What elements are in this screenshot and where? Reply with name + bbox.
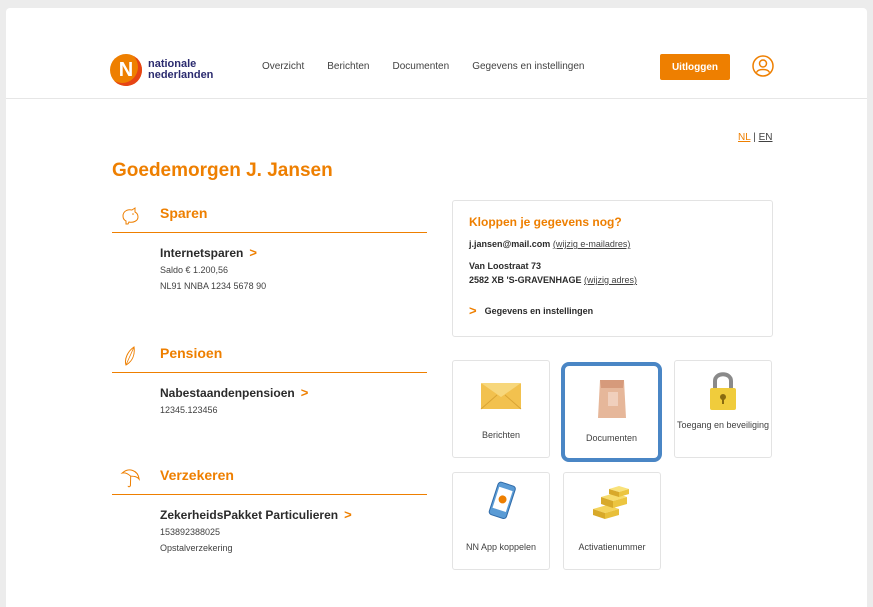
tile-documenten[interactable]: Documenten bbox=[561, 362, 662, 462]
email-value: j.jansen@mail.com bbox=[469, 239, 551, 249]
chevron-right-icon: > bbox=[344, 507, 352, 522]
document-bag-icon bbox=[597, 380, 626, 418]
section-header: Verzekeren bbox=[112, 466, 427, 495]
section-sparen: Sparen Internetsparen > Saldo € 1.200,56… bbox=[112, 204, 427, 292]
page-title: Goedemorgen J. Jansen bbox=[112, 160, 333, 181]
envelope-icon bbox=[480, 383, 522, 410]
user-circle-icon[interactable] bbox=[752, 55, 774, 77]
padlock-icon bbox=[710, 372, 736, 410]
lang-separator: | bbox=[753, 132, 756, 143]
product-zekerheidspakket[interactable]: ZekerheidsPakket Particulieren > 1538923… bbox=[160, 507, 427, 554]
logo-line-2: nederlanden bbox=[148, 69, 214, 81]
section-title: Verzekeren bbox=[160, 467, 234, 483]
change-address-link[interactable]: (wijzig adres) bbox=[584, 275, 637, 285]
details-check-box: Kloppen je gegevens nog? j.jansen@mail.c… bbox=[452, 200, 773, 337]
email-line: j.jansen@mail.com (wijzig e-mailadres) bbox=[469, 237, 756, 251]
change-email-link[interactable]: (wijzig e-mailadres) bbox=[553, 239, 631, 249]
product-name-row: ZekerheidsPakket Particulieren > bbox=[160, 507, 427, 522]
nav-overzicht[interactable]: Overzicht bbox=[262, 61, 304, 72]
tile-berichten[interactable]: Berichten bbox=[452, 360, 550, 458]
product-policy-number: 153892388025 bbox=[160, 527, 221, 537]
logout-button[interactable]: Uitloggen bbox=[660, 54, 730, 80]
product-number: 12345.123456 bbox=[160, 405, 218, 415]
language-switch: NL | EN bbox=[738, 132, 773, 143]
gold-bars-icon bbox=[593, 486, 629, 519]
product-iban: NL91 NNBA 1234 5678 90 bbox=[160, 281, 267, 291]
logo-wordmark: nationale nederlanden bbox=[148, 59, 213, 81]
product-name[interactable]: Internetsparen bbox=[160, 246, 243, 260]
city-line: 2582 XB 'S-GRAVENHAGE (wijzig adres) bbox=[469, 273, 756, 287]
product-internetsparen[interactable]: Internetsparen > Saldo € 1.200,56 NL91 N… bbox=[160, 245, 427, 292]
settings-link[interactable]: > Gegevens en instellingen bbox=[469, 303, 756, 318]
product-policy-type: Opstalverzekering bbox=[160, 543, 233, 553]
chevron-right-icon: > bbox=[249, 245, 257, 260]
street-value: Van Loostraat 73 bbox=[469, 261, 542, 271]
section-pensioen: Pensioen Nabestaandenpensioen > 12345.12… bbox=[112, 344, 427, 416]
street-line: Van Loostraat 73 bbox=[469, 259, 756, 273]
nn-logo-icon: N bbox=[110, 54, 142, 86]
tile-label: Toegang en beveiliging bbox=[676, 420, 770, 430]
chevron-right-icon: > bbox=[469, 303, 477, 318]
lang-en-link[interactable]: EN bbox=[759, 132, 773, 143]
product-nabestaandenpensioen[interactable]: Nabestaandenpensioen > 12345.123456 bbox=[160, 385, 427, 416]
site-header: N nationale nederlanden Overzicht Berich… bbox=[6, 8, 867, 99]
nav-documenten[interactable]: Documenten bbox=[392, 61, 449, 72]
tile-label: Activatienummer bbox=[578, 542, 646, 552]
product-name[interactable]: ZekerheidsPakket Particulieren bbox=[160, 508, 338, 522]
chevron-right-icon: > bbox=[300, 385, 309, 400]
umbrella-icon bbox=[120, 469, 140, 488]
section-header: Sparen bbox=[112, 204, 427, 233]
nav-berichten[interactable]: Berichten bbox=[327, 61, 369, 72]
tile-toegang-beveiliging[interactable]: Toegang en beveiliging bbox=[674, 360, 772, 458]
section-title: Sparen bbox=[160, 205, 208, 221]
product-name-row: Internetsparen > bbox=[160, 245, 427, 260]
product-balance: Saldo € 1.200,56 bbox=[160, 265, 229, 275]
piggy-bank-icon bbox=[122, 207, 139, 225]
tile-label: Berichten bbox=[481, 430, 521, 440]
settings-link-label: Gegevens en instellingen bbox=[484, 305, 594, 316]
product-name[interactable]: Nabestaandenpensioen bbox=[160, 386, 295, 400]
tile-activatienummer[interactable]: Activatienummer bbox=[563, 472, 661, 570]
phone-app-icon bbox=[488, 481, 516, 520]
section-verzekeren: Verzekeren ZekerheidsPakket Particuliere… bbox=[112, 466, 427, 554]
nn-logo[interactable]: N nationale nederlanden bbox=[110, 54, 213, 86]
section-title: Pensioen bbox=[160, 345, 223, 361]
city-value: 2582 XB 'S-GRAVENHAGE bbox=[469, 275, 582, 285]
nav-gegevens[interactable]: Gegevens en instellingen bbox=[472, 61, 584, 72]
page-card: N nationale nederlanden Overzicht Berich… bbox=[6, 8, 867, 607]
tile-label: Documenten bbox=[585, 433, 638, 443]
details-check-title: Kloppen je gegevens nog? bbox=[469, 215, 622, 229]
lang-nl-link[interactable]: NL bbox=[738, 132, 750, 143]
tile-label: NN App koppelen bbox=[465, 542, 537, 552]
product-name-row: Nabestaandenpensioen > bbox=[160, 385, 427, 400]
leaf-icon bbox=[125, 346, 135, 366]
main-nav: Overzicht Berichten Documenten Gegevens … bbox=[262, 61, 608, 72]
section-header: Pensioen bbox=[112, 344, 427, 373]
tile-nn-app-koppelen[interactable]: NN App koppelen bbox=[452, 472, 550, 570]
